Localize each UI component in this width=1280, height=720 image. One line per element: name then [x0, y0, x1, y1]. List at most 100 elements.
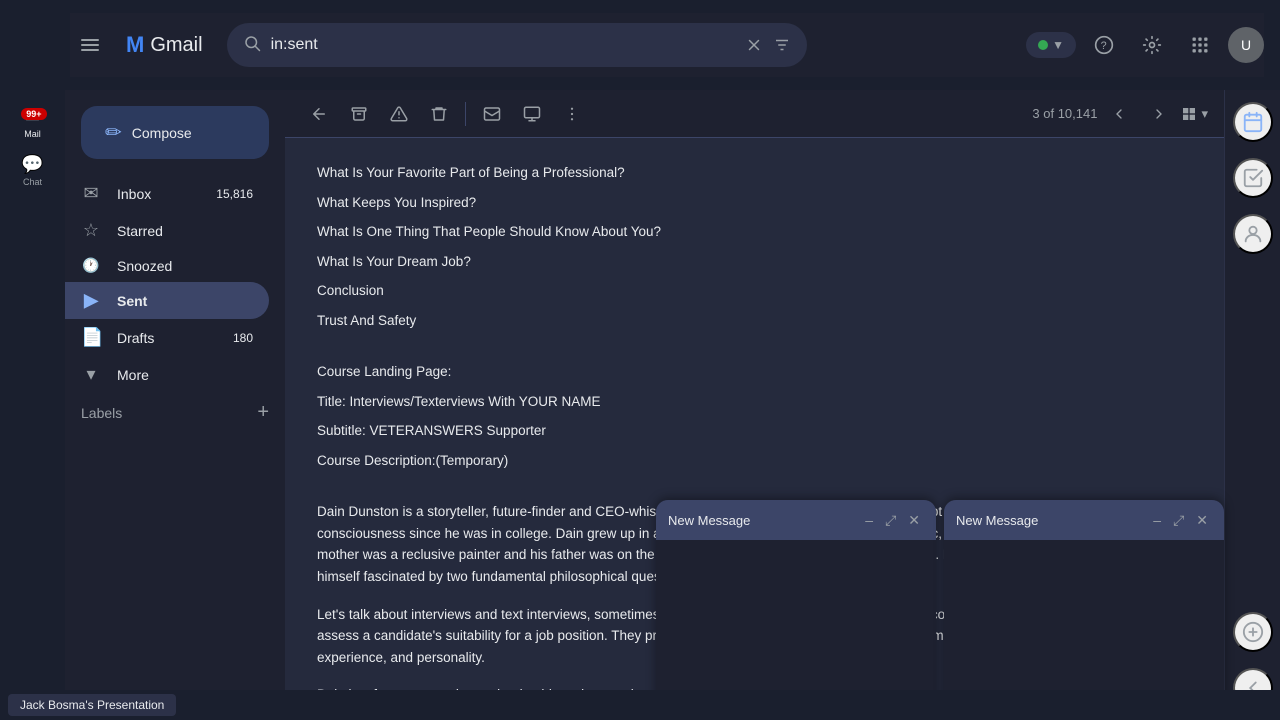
bottom-taskbar: Jack Bosma's Presentation	[0, 690, 1280, 720]
top-bar: M Gmail	[0, 0, 1280, 90]
drafts-label: Drafts	[117, 330, 217, 346]
search-filter-button[interactable]	[773, 36, 791, 54]
drafts-icon: 📄	[81, 327, 101, 348]
hamburger-icon	[81, 39, 99, 51]
archive-button[interactable]	[341, 96, 377, 132]
sidebar-item-inbox[interactable]: ✉ Inbox 15,816	[65, 175, 269, 212]
chevron-icon: ▾	[81, 364, 101, 385]
new-message-title-2: New Message	[956, 513, 1141, 528]
labels-title: Labels	[81, 405, 122, 421]
starred-icon: ☆	[81, 220, 101, 241]
course-section: Course Landing Page: Title: Interviews/T…	[317, 361, 1192, 471]
new-message-minimize-2[interactable]: –	[1149, 510, 1165, 531]
new-message-header-2: New Message – ⤢ ✕	[944, 500, 1224, 540]
search-clear-button[interactable]	[745, 36, 763, 54]
new-message-header-1: New Message – ⤢ ✕	[656, 500, 936, 540]
add-label-button[interactable]: +	[257, 401, 269, 424]
labels-section: Labels +	[65, 393, 285, 432]
sidebar-item-sent[interactable]: ▶ Sent	[65, 282, 269, 319]
new-message-actions-2: – ⤢ ✕	[1149, 510, 1212, 531]
prev-email-button[interactable]	[1101, 96, 1137, 132]
pagination-info: 3 of 10,141	[1032, 106, 1097, 121]
tasks-panel-button[interactable]	[1233, 158, 1273, 198]
apps-button[interactable]	[1180, 25, 1220, 65]
settings-button[interactable]	[1132, 25, 1172, 65]
course-heading: Course Landing Page:	[317, 361, 1192, 383]
pagination-nav	[1101, 96, 1177, 132]
chevron-down-icon: ▼	[1052, 38, 1064, 52]
sent-label: Sent	[117, 293, 253, 309]
drafts-badge: 180	[233, 331, 253, 345]
calendar-panel-button[interactable]	[1233, 102, 1273, 142]
new-message-minimize-1[interactable]: –	[861, 510, 877, 531]
user-avatar[interactable]: U	[1228, 27, 1264, 63]
email-line-1: What Is Your Favorite Part of Being a Pr…	[317, 162, 1192, 184]
add-panel-button[interactable]	[1233, 612, 1273, 652]
new-message-popup-1: New Message – ⤢ ✕	[656, 500, 936, 720]
status-indicator[interactable]: ▼	[1026, 32, 1076, 58]
new-message-expand-2[interactable]: ⤢	[1169, 510, 1188, 531]
gmail-container: ✏ Compose ✉ Inbox 15,816 ☆ Starred 🕐 Sno…	[65, 90, 1280, 720]
email-toolbar: 3 of 10,141	[285, 90, 1224, 138]
sent-icon: ▶	[81, 290, 101, 311]
new-message-title-1: New Message	[668, 513, 853, 528]
email-line-3: What Is One Thing That People Should Kno…	[317, 221, 1192, 243]
view-toggle-button[interactable]: ▾	[1181, 106, 1208, 122]
gmail-logo: M Gmail	[126, 32, 203, 58]
snoozed-icon: 🕐	[81, 257, 101, 274]
email-line-4: What Is Your Dream Job?	[317, 251, 1192, 273]
mail-badge: 99+	[21, 108, 46, 120]
help-button[interactable]: ?	[1084, 25, 1124, 65]
new-message-close-2[interactable]: ✕	[1192, 510, 1212, 531]
new-message-popup-2: New Message – ⤢ ✕	[944, 500, 1224, 720]
new-message-container: New Message – ⤢ ✕ New Message – ⤢ ✕	[656, 500, 1224, 720]
toolbar-divider	[465, 102, 466, 126]
sidebar-item-snoozed[interactable]: 🕐 Snoozed	[65, 249, 269, 282]
chat-nav-label: Chat	[23, 177, 42, 187]
sidebar: ✏ Compose ✉ Inbox 15,816 ☆ Starred 🕐 Sno…	[65, 90, 285, 720]
search-icon	[243, 34, 261, 57]
more-options-button[interactable]	[554, 96, 590, 132]
next-email-button[interactable]	[1141, 96, 1177, 132]
contacts-panel-button[interactable]	[1233, 214, 1273, 254]
snoozed-label: Snoozed	[117, 258, 253, 274]
compose-label: Compose	[132, 125, 192, 141]
inbox-label: Inbox	[117, 186, 200, 202]
mail-nav-label: Mail	[24, 129, 41, 139]
email-line-2: What Keeps You Inspired?	[317, 192, 1192, 214]
course-subtitle: Subtitle: VETERANSWERS Supporter	[317, 420, 1192, 442]
search-input[interactable]	[271, 36, 735, 54]
sidebar-item-more[interactable]: ▾ More	[65, 356, 285, 393]
mail-nav-icon-wrapper: ✉ Mail 99+	[13, 102, 53, 142]
email-line-6: Trust And Safety	[317, 310, 1192, 332]
gmail-header: M Gmail	[70, 13, 1264, 77]
taskbar-item-presentation[interactable]: Jack Bosma's Presentation	[8, 694, 176, 716]
sidebar-item-drafts[interactable]: 📄 Drafts 180	[65, 319, 269, 356]
sidebar-item-starred[interactable]: ☆ Starred	[65, 212, 269, 249]
email-line-5: Conclusion	[317, 280, 1192, 302]
more-label: More	[117, 367, 149, 383]
new-message-expand-1[interactable]: ⤢	[881, 510, 900, 531]
search-bar	[227, 23, 807, 67]
delete-button[interactable]	[421, 96, 457, 132]
compose-icon: ✏	[105, 120, 122, 145]
new-message-close-1[interactable]: ✕	[904, 510, 924, 531]
starred-label: Starred	[117, 223, 253, 239]
report-spam-button[interactable]	[381, 96, 417, 132]
back-button[interactable]	[301, 96, 337, 132]
gmail-logo-text: Gmail	[150, 34, 202, 57]
header-actions: ▼ ?	[1026, 25, 1264, 65]
inbox-icon: ✉	[81, 183, 101, 204]
chat-nav-button[interactable]: 💬 Chat	[13, 150, 53, 190]
chevron-icon: ▾	[1201, 106, 1208, 122]
course-title: Title: Interviews/Texterviews With YOUR …	[317, 391, 1192, 413]
menu-button[interactable]	[70, 25, 110, 65]
right-panel	[1224, 90, 1280, 720]
inbox-badge: 15,816	[216, 187, 253, 201]
compose-button[interactable]: ✏ Compose	[81, 106, 269, 159]
mark-unread-button[interactable]	[474, 96, 510, 132]
gmail-logo-m: M	[126, 32, 144, 58]
email-toc-section: What Is Your Favorite Part of Being a Pr…	[317, 162, 1192, 332]
snooze-button[interactable]	[514, 96, 550, 132]
course-description-label: Course Description:(Temporary)	[317, 450, 1192, 472]
